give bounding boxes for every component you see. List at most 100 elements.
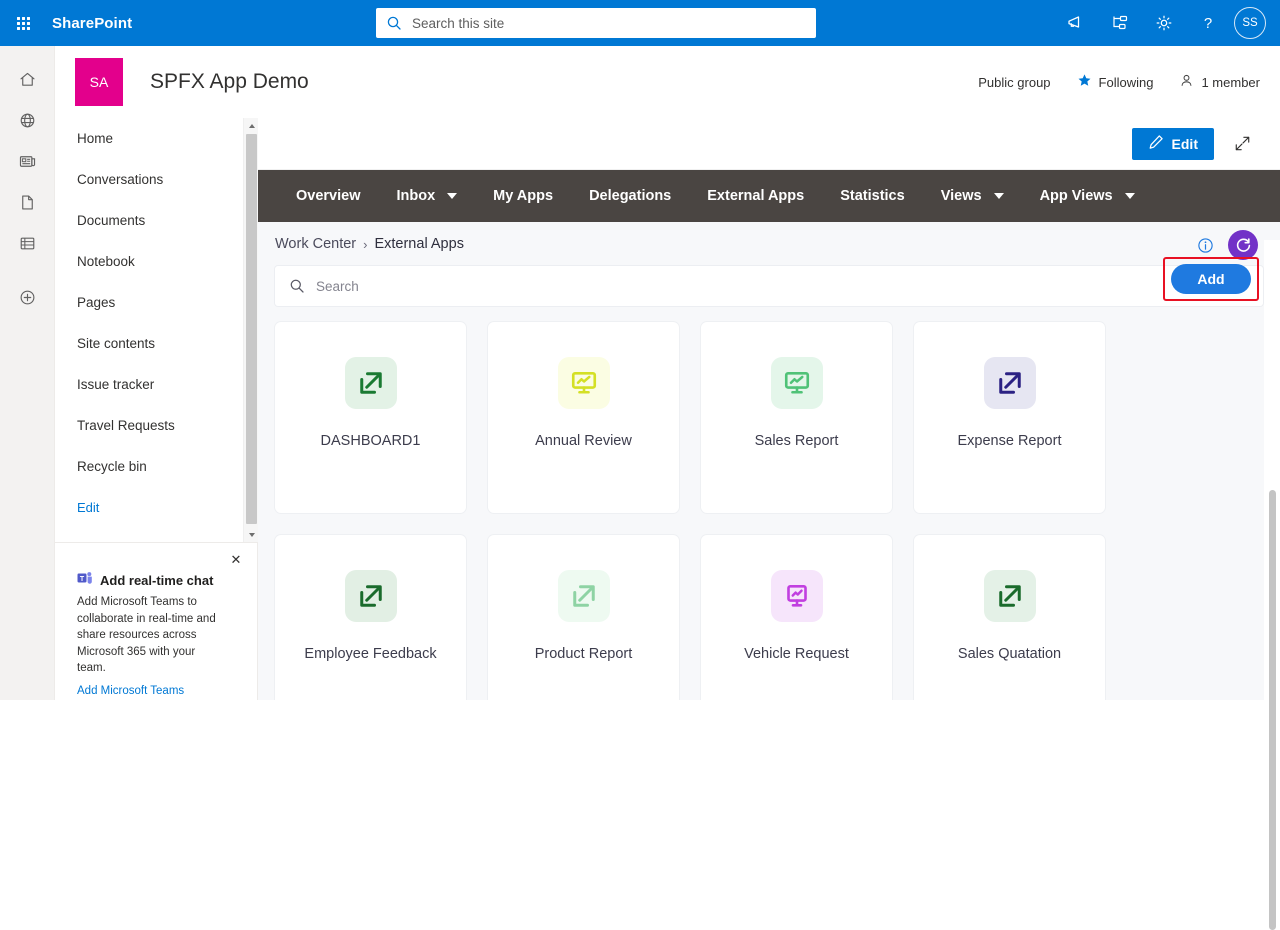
external-link-icon [983, 357, 1036, 409]
dashboard-icon [557, 357, 610, 409]
app-tile-vehicle-request[interactable]: Vehicle Request [701, 535, 892, 700]
app-launcher-icon[interactable] [0, 0, 46, 46]
info-icon[interactable] [1197, 237, 1214, 254]
navigation-scrollbar-thumb[interactable] [246, 134, 257, 524]
tab-overview[interactable]: Overview [278, 170, 379, 222]
tab-inbox-label: Inbox [396, 188, 436, 204]
create-icon[interactable] [0, 277, 55, 318]
sidebar-item-issue-tracker[interactable]: Issue tracker [55, 364, 257, 405]
chevron-down-icon [1124, 193, 1135, 199]
search-icon [289, 278, 305, 294]
sharepoint-brand-link[interactable]: SharePoint [52, 15, 132, 32]
gear-icon[interactable] [1142, 0, 1186, 46]
tab-my-apps[interactable]: My Apps [475, 170, 571, 222]
suite-search-box[interactable] [376, 8, 816, 38]
sidebar-item-home[interactable]: Home [55, 118, 257, 159]
tab-views[interactable]: Views [923, 170, 1022, 222]
app-tile-dashboard1[interactable]: DASHBOARD1 [275, 322, 466, 513]
edit-button-label: Edit [1171, 135, 1198, 152]
diagnostics-icon[interactable] [1098, 0, 1142, 46]
tab-external-apps[interactable]: External Apps [689, 170, 822, 222]
sidebar-item-pages[interactable]: Pages [55, 282, 257, 323]
full-screen-icon[interactable] [1226, 128, 1258, 160]
panel-actions [1197, 230, 1258, 260]
app-tile-label: Product Report [534, 646, 633, 662]
sidebar-item-notebook[interactable]: Notebook [55, 241, 257, 282]
breadcrumb-current: External Apps [374, 236, 464, 252]
lists-icon[interactable] [0, 223, 55, 264]
sidebar-item-documents[interactable]: Documents [55, 200, 257, 241]
members-button[interactable]: 1 member [1179, 73, 1260, 91]
following-button[interactable]: Following [1077, 73, 1154, 91]
add-microsoft-teams-link[interactable]: Add Microsoft Teams [77, 685, 241, 697]
svg-text:?: ? [1204, 15, 1212, 32]
tab-my-apps-label: My Apps [493, 188, 554, 204]
tab-delegations[interactable]: Delegations [571, 170, 689, 222]
search-input[interactable] [410, 14, 806, 32]
chevron-down-icon [447, 193, 458, 199]
news-icon[interactable] [0, 141, 55, 182]
scroll-up-icon[interactable] [244, 118, 259, 133]
dashboard-icon [770, 357, 823, 409]
app-tile-label: Expense Report [957, 433, 1062, 449]
home-icon[interactable] [0, 59, 55, 100]
tab-statistics-label: Statistics [840, 188, 905, 204]
page-scrollbar-thumb[interactable] [1269, 490, 1276, 930]
breadcrumb-separator: › [363, 236, 368, 252]
site-header-actions: Public group Following 1 member [952, 46, 1260, 118]
search-icon [386, 15, 402, 31]
app-tile-label: Employee Feedback [304, 646, 437, 662]
app-tile-product-report[interactable]: Product Report [488, 535, 679, 700]
site-header: SA SPFX App Demo Public group Following … [55, 46, 1280, 118]
refresh-button[interactable] [1228, 230, 1258, 260]
waffle-grid [16, 16, 30, 30]
app-tile-annual-review[interactable]: Annual Review [488, 322, 679, 513]
breadcrumb-root[interactable]: Work Center [275, 236, 356, 252]
globe-icon[interactable] [0, 100, 55, 141]
sidebar-item-recycle-bin[interactable]: Recycle bin [55, 446, 257, 487]
app-tile-sales-report[interactable]: Sales Report [701, 322, 892, 513]
search-input[interactable] [314, 277, 914, 295]
tab-inbox[interactable]: Inbox [379, 170, 476, 222]
tab-app-views[interactable]: App Views [1022, 170, 1153, 222]
megaphone-icon[interactable] [1054, 0, 1098, 46]
external-apps-panel: Work Center › External Apps Add DASHBOAR… [258, 222, 1280, 700]
app-tile-expense-report[interactable]: Expense Report [914, 322, 1105, 513]
app-tile-employee-feedback[interactable]: Employee Feedback [275, 535, 466, 700]
sidebar-item-site-contents[interactable]: Site contents [55, 323, 257, 364]
chevron-down-icon [993, 193, 1004, 199]
app-tile-label: Sales Report [754, 433, 839, 449]
edit-button[interactable]: Edit [1131, 127, 1214, 160]
page-scrollbar[interactable] [1264, 240, 1280, 930]
sidebar-item-travel-requests[interactable]: Travel Requests [55, 405, 257, 446]
add-button[interactable]: Add [1171, 264, 1251, 294]
external-link-icon [344, 570, 397, 622]
app-tile-label: Annual Review [535, 433, 632, 449]
sidebar-item-conversations[interactable]: Conversations [55, 159, 257, 200]
close-icon[interactable]: ✕ [227, 551, 245, 569]
page-command-bar: Edit [258, 118, 1280, 170]
suite-bar-actions: ? SS [1054, 0, 1274, 46]
tab-external-apps-label: External Apps [707, 188, 805, 204]
avatar[interactable]: SS [1234, 7, 1266, 39]
person-icon [1179, 73, 1194, 91]
following-label: Following [1098, 74, 1154, 90]
page-title[interactable]: SPFX App Demo [150, 70, 309, 94]
navigation-scrollbar[interactable] [243, 118, 258, 542]
panel-search-bar[interactable]: Add [275, 257, 1263, 306]
promo-title-label: Add real-time chat [100, 572, 214, 588]
help-icon[interactable]: ? [1186, 0, 1230, 46]
site-logo: SA [75, 58, 123, 106]
promo-body-text: Add Microsoft Teams to collaborate in re… [77, 596, 216, 674]
file-icon[interactable] [0, 182, 55, 223]
star-icon [1077, 73, 1092, 91]
app-tile-sales-quatation[interactable]: Sales Quatation [914, 535, 1105, 700]
breadcrumb: Work Center › External Apps [275, 236, 464, 252]
app-navigation-bar: Overview Inbox My Apps Delegations Exter… [258, 170, 1280, 222]
sidebar-edit-link[interactable]: Edit [55, 487, 257, 528]
rail-divider [0, 264, 54, 277]
suite-bar: SharePoint ? SS [0, 0, 1280, 46]
scroll-down-icon[interactable] [244, 527, 259, 542]
tab-statistics[interactable]: Statistics [822, 170, 922, 222]
svg-text:T: T [80, 576, 85, 583]
